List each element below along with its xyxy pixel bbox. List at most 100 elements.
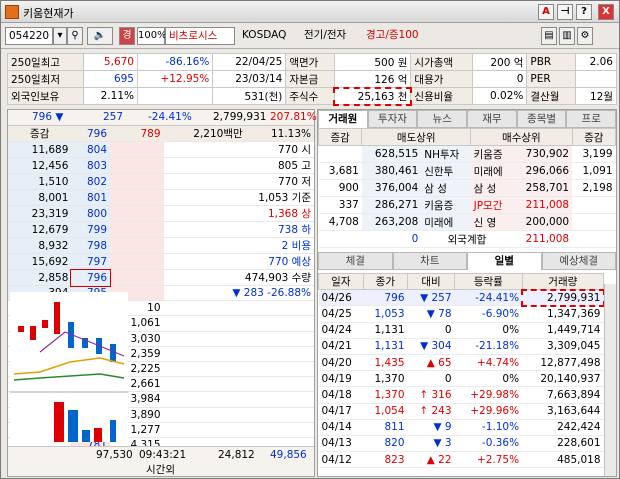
info-label: 신용비율 (410, 87, 473, 105)
broker-cell: 미래에 (421, 213, 471, 231)
broker-cell: 200,000 (512, 213, 573, 231)
daily-row[interactable]: 04/14 811 ▼ 9 -1.10% 242,424 (318, 419, 604, 436)
info-label: 250일최저 (7, 70, 84, 88)
daily-volume: 2,799,931 (521, 288, 605, 307)
daily-header-cell: 등락률 (454, 272, 523, 291)
help-button[interactable]: ? (576, 4, 592, 20)
daily-change: ▲ 65 (407, 354, 455, 372)
ask-side-label: 474,903 수량 (163, 269, 314, 286)
ask-row[interactable]: 2,858 796 474,903 수량 (8, 268, 314, 287)
daily-row[interactable]: 04/24 1,131 0 0% 1,449,714 (318, 322, 604, 339)
summary-bar: 796 ▼ 257 -24.41% 2,799,931 207.81% (8, 110, 317, 126)
dropdown-arrow-icon[interactable]: ▾ (53, 27, 67, 45)
ask-side-label: ▼ 283 -26.88% (163, 285, 314, 302)
ask-side-label: 805 고 (163, 157, 314, 174)
tab-2[interactable]: 일별 (467, 252, 542, 270)
broker-cell (572, 196, 616, 214)
ask-row[interactable]: 8,932 798 2 비용 (8, 237, 314, 254)
daily-scrollbar[interactable] (604, 284, 616, 476)
daily-rate: +29.98% (454, 386, 523, 404)
daily-header-cell: 일자 (318, 272, 364, 291)
daily-close: 796 (363, 289, 408, 307)
foreign-sell: 0 (318, 230, 422, 248)
tab-3[interactable]: 예상체결 (541, 252, 616, 270)
info-value (136, 87, 214, 105)
info-row: 외국인보유 2.11% 531(천) 주식수 25,163 천 신용비율 0.02% 결산월 1… (7, 86, 618, 106)
info-value: 0.02% (471, 87, 528, 105)
ask-row[interactable]: 12,679 799 738 하 (8, 221, 314, 238)
daily-row[interactable]: 04/17 1,054 ↑ 243 +29.96% 3,163,644 (318, 403, 604, 420)
foreign-row: 0 외국계합 211,008 (318, 230, 616, 248)
broker-row: 337 286,271 키움증 JP모간 211,008 (318, 196, 616, 214)
info-value (574, 70, 618, 88)
info-label: PER (526, 70, 576, 88)
orderbook-panel: 796 ▼ 257 -24.41% 2,799,931 207.81% 증감 79… (7, 109, 317, 477)
orderbook-header-cell: 796 (71, 126, 111, 142)
ask-side-label: 770 예상 (163, 253, 314, 270)
daily-row[interactable]: 04/20 1,435 ▲ 65 +4.74% 12,877,498 (318, 354, 604, 372)
bid-right-spacer (163, 300, 314, 317)
daily-row[interactable]: 04/12 823 ▲ 22 +2.75% 485,018 (318, 451, 604, 469)
ask-row[interactable]: 15,692 797 770 예상 (8, 253, 314, 270)
tab-0[interactable]: 거래원 (318, 110, 368, 128)
ask-side-label: 770 저 (163, 173, 314, 190)
broker-cell: 337 (318, 196, 362, 214)
daily-rate: +2.75% (454, 451, 523, 469)
ask-row[interactable]: 11,689 804 770 시 (8, 141, 314, 158)
clipboard-icon[interactable]: ▤ (541, 27, 557, 45)
settings-icon[interactable]: ⚙ (577, 27, 593, 45)
pin-button[interactable]: ⊣ (557, 4, 573, 20)
tab-0[interactable]: 체결 (318, 252, 393, 270)
daily-rate: -21.18% (454, 338, 523, 355)
search-icon[interactable]: ⚲ (67, 27, 83, 45)
tab-3[interactable]: 재무 (467, 110, 517, 128)
ask-row[interactable]: 8,001 801 1,053 기준 (8, 189, 314, 206)
bid-spacer (110, 157, 164, 174)
ask-qty: 1,510 (8, 173, 72, 190)
daily-row[interactable]: 04/26 796 ▼ 257 -24.41% 2,799,931 (318, 288, 605, 307)
ask-row[interactable]: 12,456 803 805 고 (8, 157, 314, 174)
tab-1[interactable]: 차트 (392, 252, 467, 270)
title-bar: 키움현재가 A ⊣ ? X (1, 1, 619, 23)
ask-row[interactable]: 23,319 800 1,368 상 (8, 205, 314, 222)
daily-close: 823 (363, 451, 408, 469)
bid-right-spacer (163, 391, 314, 408)
tab-2[interactable]: 뉴스 (417, 110, 468, 128)
daily-row[interactable]: 04/13 820 ▼ 3 -0.36% 228,601 (318, 435, 604, 453)
daily-date: 04/14 (318, 419, 364, 436)
tab-1[interactable]: 투자자 (367, 110, 418, 128)
daily-volume: 20,140,937 (522, 370, 604, 388)
speaker-icon[interactable]: 🔈 (87, 27, 113, 45)
broker-cell (572, 213, 616, 231)
info-value: 12월 (574, 87, 618, 105)
document-icon[interactable]: ▥ (559, 27, 575, 45)
broker-cell: 삼 성 (421, 179, 471, 197)
daily-change-value: 243 (431, 405, 452, 418)
daily-date: 04/17 (318, 403, 364, 420)
bid-spacer (110, 253, 164, 270)
daily-header-cell[interactable]: 거래량 (521, 272, 605, 291)
daily-row[interactable]: 04/25 1,053 ▼ 78 -6.90% 1,347,369 (318, 305, 604, 323)
broker-table: 증감 매도상위 매수상위 증감 628,515 NH투자 키움증 730,902 3,199 3,… (317, 128, 617, 248)
summary-price: 796 ▼ (32, 111, 64, 123)
info-value: 531(천) (212, 87, 287, 105)
daily-volume: 3,163,644 (522, 403, 604, 420)
font-size-button[interactable]: A (538, 4, 554, 20)
ask-price: 803 (71, 157, 111, 174)
tab-5[interactable]: 프로 (566, 110, 617, 128)
daily-table: 일자 종가 대비 등락률 거래량 04/26 796 ▼ 257 -24.41% 2,799,93… (318, 272, 605, 469)
daily-change: ▼ 304 (407, 338, 455, 355)
daily-row[interactable]: 04/21 1,131 ▼ 304 -21.18% 3,309,045 (318, 338, 604, 355)
broker-cell: 삼 성 (470, 179, 513, 197)
broker-cell: 258,701 (512, 179, 573, 197)
tab-4[interactable]: 종목별 (516, 110, 567, 128)
ask-row[interactable]: 1,510 802 770 저 (8, 173, 314, 190)
daily-row[interactable]: 04/18 1,370 ↑ 316 +29.98% 7,663,894 (318, 386, 604, 404)
stock-code-input[interactable]: 054220 (5, 27, 53, 45)
foreign-spacer (572, 230, 616, 248)
bid-right-spacer (163, 315, 314, 332)
ask-side-label: 1,368 상 (163, 205, 314, 222)
ask-qty: 8,001 (8, 189, 72, 206)
daily-row[interactable]: 04/19 1,370 0 0% 20,140,937 (318, 370, 604, 388)
close-button[interactable]: X (598, 4, 614, 20)
